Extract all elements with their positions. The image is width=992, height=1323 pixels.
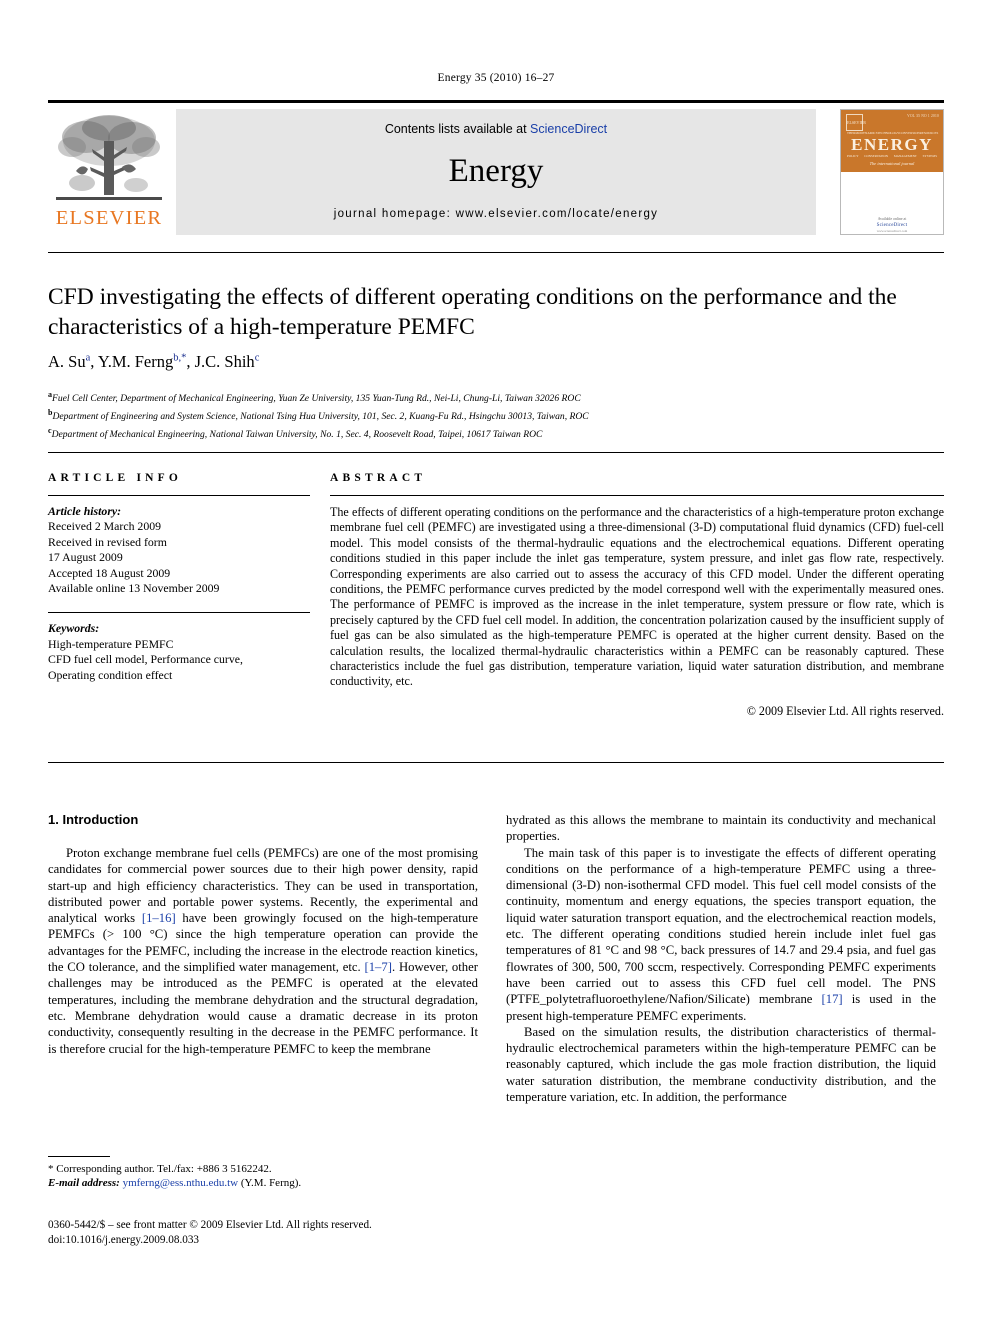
article-history-label: Article history: (48, 504, 122, 518)
author-affiliation-mark: b,* (173, 352, 187, 364)
email-label: E-mail address: (48, 1177, 120, 1190)
article-history-item: Received in revised form (48, 534, 167, 549)
footnote-block: * Corresponding author. Tel./fax: +886 3… (48, 1156, 478, 1191)
citation-link[interactable]: [1–7] (364, 960, 391, 974)
cover-bottom-keywords: POLICY CONSERVATION MANAGEMENT SYSTEMS (847, 154, 937, 158)
contents-available-line: Contents lists available at ScienceDirec… (176, 122, 816, 136)
email-link[interactable]: ymferng@ess.nthu.edu.tw (123, 1177, 239, 1189)
section-heading-introduction: 1. Introduction (48, 812, 139, 827)
cover-publisher-badge: ELSEVIER (846, 114, 866, 131)
abstract-label: ABSTRACT (330, 472, 427, 484)
paragraph: hydrated as this allows the membrane to … (506, 813, 936, 844)
article-history-item: Received 2 March 2009 (48, 519, 162, 534)
elsevier-wordmark: ELSEVIER (55, 207, 163, 229)
keywords-block: Keywords: High-temperature PEMFC CFD fue… (48, 621, 310, 683)
info-divider-top (48, 452, 944, 453)
keyword-item: CFD fuel cell model, Performance curve, (48, 652, 243, 667)
cover-sciencedirect-logo: ScienceDirect (876, 223, 908, 228)
corresponding-author-note: * Corresponding author. Tel./fax: +886 3… (48, 1163, 272, 1175)
author-name: A. Su (48, 352, 86, 371)
doi-line: doi:10.1016/j.energy.2009.08.033 (48, 1233, 200, 1246)
issn-line: 0360-5442/$ – see front matter © 2009 El… (48, 1219, 372, 1231)
cover-issue-label: VOL 35 NO 1 2010 (907, 114, 939, 118)
journal-article-page: Energy 35 (2010) 16–27 ELSEVIER Contents… (0, 0, 992, 1323)
abstract-rule (330, 495, 944, 496)
running-head: Energy 35 (2010) 16–27 (437, 72, 555, 84)
paragraph: Based on the simulation results, the dis… (506, 1024, 936, 1105)
cover-bottom-band: Available online at ScienceDirect www.sc… (841, 172, 943, 234)
article-info-column: ARTICLE INFO Article history: Received 2… (48, 472, 310, 683)
citation-link[interactable]: [17] (822, 992, 843, 1006)
cover-journal-title: ENERGY (851, 135, 933, 154)
cover-top-band: ELSEVIER VOL 35 NO 1 2010 THERMODYNAMICS… (841, 110, 943, 172)
article-history-item: Available online 13 November 2009 (48, 581, 220, 596)
cover-kw-7: MANAGEMENT (893, 154, 917, 158)
article-history-item: 17 August 2009 (48, 550, 123, 565)
paragraph: Proton exchange membrane fuel cells (PEM… (48, 846, 478, 1056)
cover-kw-5: POLICY (847, 154, 859, 158)
journal-homepage-line[interactable]: journal homepage: www.elsevier.com/locat… (176, 208, 816, 220)
issn-doi-block: 0360-5442/$ – see front matter © 2009 El… (48, 1218, 478, 1247)
affiliation-item: bDepartment of Engineering and System Sc… (48, 406, 944, 424)
keywords-rule (48, 612, 310, 614)
article-info-rule (48, 495, 310, 496)
citation-link[interactable]: [1–16] (142, 911, 176, 925)
affiliation-text: Department of Engineering and System Sci… (52, 410, 589, 422)
email-suffix: (Y.M. Ferng). (238, 1177, 302, 1190)
cover-url: www.sciencedirect.com (876, 229, 908, 233)
affiliation-list: aFuel Cell Center, Department of Mechani… (48, 388, 944, 441)
affiliation-text: Fuel Cell Center, Department of Mechanic… (52, 393, 581, 405)
affiliation-item: aFuel Cell Center, Department of Mechani… (48, 388, 944, 406)
body-column-right: hydrated as this allows the membrane to … (506, 812, 936, 1105)
abstract-text: The effects of different operating condi… (330, 505, 944, 689)
journal-title: Energy (448, 153, 544, 189)
keywords-label: Keywords: (48, 621, 100, 636)
keyword-item: Operating condition effect (48, 667, 173, 682)
author-list: A. Sua, Y.M. Ferngb,*, J.C. Shihc (48, 352, 928, 372)
elsevier-tree-icon (56, 115, 162, 200)
email-note: E-mail address: ymferng@ess.nthu.edu.tw … (48, 1176, 478, 1190)
paragraph: The main task of this paper is to invest… (506, 845, 936, 1023)
author-name: J.C. Shih (194, 352, 255, 371)
title-divider (48, 252, 944, 253)
cover-available-text: Available online at (877, 217, 907, 221)
cover-kw-6: CONSERVATION (864, 154, 889, 158)
article-history-item: Accepted 18 August 2009 (48, 565, 171, 580)
article-info-label: ARTICLE INFO (48, 472, 183, 484)
journal-masthead: ELSEVIER Contents lists available at Sci… (48, 100, 944, 237)
affiliation-text: Department of Mechanical Engineering, Na… (51, 428, 543, 440)
affiliation-item: cDepartment of Mechanical Engineering, N… (48, 424, 944, 442)
author-name: Y.M. Ferng (97, 352, 174, 371)
page-title: CFD investigating the effects of differe… (48, 284, 897, 340)
keyword-item: High-temperature PEMFC (48, 636, 174, 651)
info-divider-bottom (48, 762, 944, 763)
masthead-center-panel: Contents lists available at ScienceDirec… (176, 109, 816, 235)
contents-prefix: Contents lists available at (384, 122, 531, 136)
copyright-line: © 2009 Elsevier Ltd. All rights reserved… (746, 703, 944, 718)
abstract-column: ABSTRACT The effects of different operat… (330, 472, 944, 719)
author-entry: Y.M. Ferngb,*, (97, 352, 195, 371)
author-entry: J.C. Shihc (195, 352, 260, 371)
article-history-block: Article history: Received 2 March 2009 R… (48, 504, 310, 596)
body-column-left: 1. Introduction Proton exchange membrane… (48, 812, 478, 1057)
cover-subtitle: The international journal (869, 161, 915, 166)
elsevier-logo: ELSEVIER (48, 109, 170, 235)
cover-kw-8: SYSTEMS (922, 154, 937, 158)
footnote-divider (48, 1156, 110, 1157)
author-affiliation-mark: c (254, 352, 260, 364)
sciencedirect-link[interactable]: ScienceDirect (530, 122, 607, 136)
journal-cover-thumbnail: ELSEVIER VOL 35 NO 1 2010 THERMODYNAMICS… (840, 109, 944, 235)
author-entry: A. Sua, (48, 352, 98, 371)
